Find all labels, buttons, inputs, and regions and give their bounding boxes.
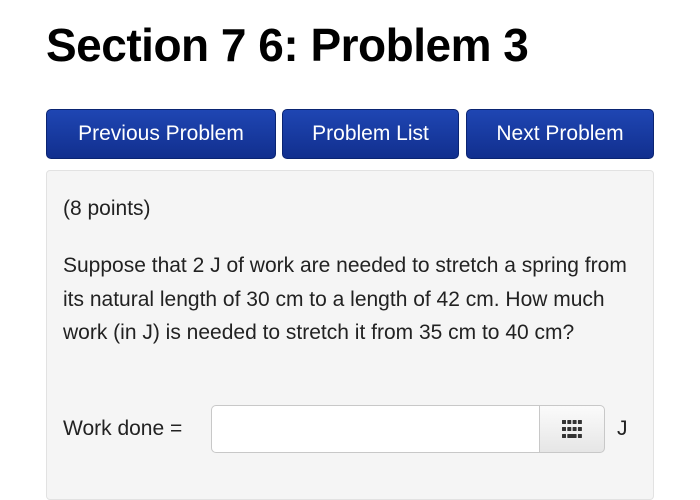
problem-list-button[interactable]: Problem List <box>282 109 459 159</box>
answer-input[interactable] <box>211 405 541 453</box>
keypad-grid-icon <box>562 420 582 438</box>
previous-problem-button[interactable]: Previous Problem <box>46 109 276 159</box>
problem-panel: (8 points) Suppose that 2 J of work are … <box>46 170 654 500</box>
problem-statement: Suppose that 2 J of work are needed to s… <box>63 254 627 344</box>
problem-points: (8 points) <box>63 197 151 220</box>
keypad-button[interactable] <box>539 405 605 453</box>
answer-row: Work done = J <box>63 405 643 455</box>
page-title: Section 7 6: Problem 3 <box>46 19 529 71</box>
answer-label: Work done = <box>63 417 183 440</box>
unit-label: J <box>617 417 628 440</box>
next-problem-button[interactable]: Next Problem <box>466 109 654 159</box>
